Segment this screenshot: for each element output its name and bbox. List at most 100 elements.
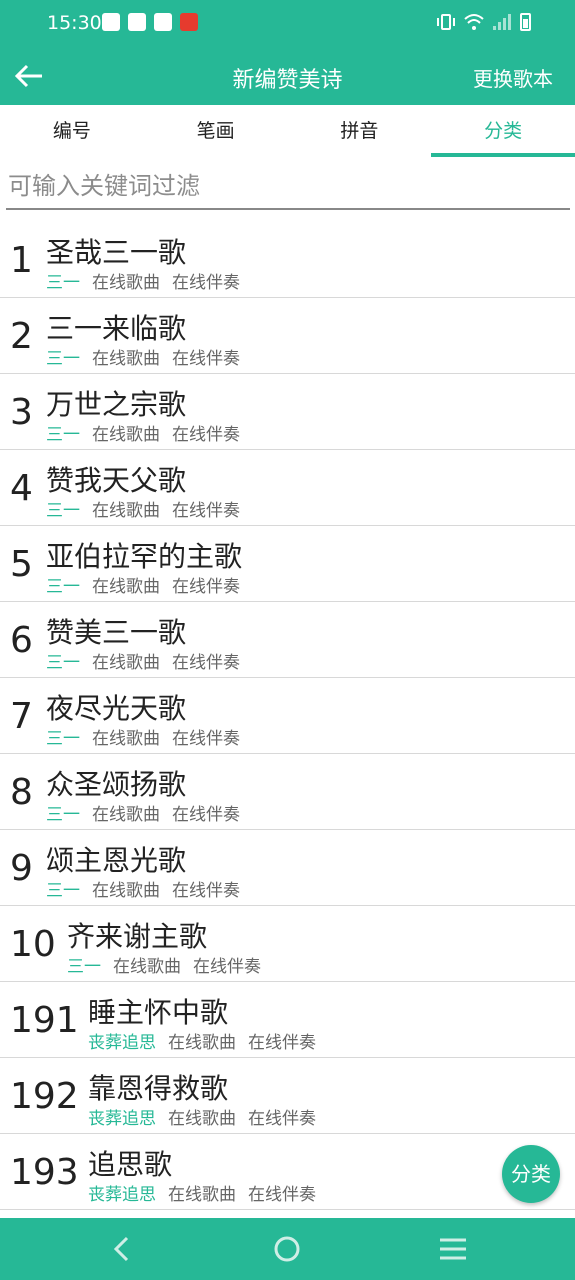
song-category-tag[interactable]: 三一 <box>46 425 80 445</box>
menu-nav-icon[interactable] <box>438 1234 468 1264</box>
compass-icon <box>128 13 146 31</box>
song-title: 追思歌 <box>88 1148 173 1181</box>
song-list-item[interactable]: 5 亚伯拉罕的主歌 三一 在线歌曲 在线伴奏 <box>0 526 575 602</box>
tab-pinyin[interactable]: 拼音 <box>288 105 432 157</box>
song-list-item[interactable]: 6 赞美三一歌三一 在线歌曲 在线伴奏 <box>0 602 575 678</box>
song-category-tag[interactable]: 三一 <box>46 881 80 901</box>
song-number: 10 <box>10 924 56 965</box>
song-list-item[interactable]: 9 颂主恩光歌 三一 在线歌曲 在线伴奏 <box>0 830 575 906</box>
song-meta: 三一 在线歌曲 在线伴奏 <box>46 724 240 749</box>
song-list-item[interactable]: 2 三一来临歌 三一 在线歌曲 在线伴奏 <box>0 298 575 374</box>
online-song-link[interactable]: 在线歌曲 <box>168 1033 236 1053</box>
song-list: 1 圣哉三一歌 三一 在线歌曲 在线伴奏 2 三一来临歌 三一 在线歌曲 在线伴奏 3 万世之宗歌 三一… <box>0 222 575 1210</box>
online-accompaniment-link[interactable]: 在线伴奏 <box>172 273 240 293</box>
tab-category[interactable]: 分类 <box>431 105 575 157</box>
online-song-link[interactable]: 在线歌曲 <box>113 957 181 977</box>
song-meta: 三一 在线歌曲 在线伴奏 <box>46 800 240 825</box>
song-list-item[interactable]: 1 圣哉三一歌三一 在线歌曲 在线伴奏 <box>0 222 575 298</box>
song-list-item[interactable]: 192 靠恩得救歌 丧葬追思 在线歌曲 在线伴奏 <box>0 1058 575 1134</box>
battery-icon <box>520 13 531 31</box>
song-number: 9 <box>10 848 33 889</box>
song-number: 7 <box>10 696 33 737</box>
bag-icon <box>102 13 120 31</box>
online-accompaniment-link[interactable]: 在线伴奏 <box>248 1109 316 1129</box>
song-category-tag[interactable]: 三一 <box>46 577 80 597</box>
online-accompaniment-link[interactable]: 在线伴奏 <box>172 501 240 521</box>
song-list-item[interactable]: 191 睡主怀中歌 丧葬追思 在线歌曲 在线伴奏 <box>0 982 575 1058</box>
song-list-item[interactable]: 10 齐来谢主歌 三一 在线歌曲 在线伴奏 <box>0 906 575 982</box>
online-accompaniment-link[interactable]: 在线伴奏 <box>172 729 240 749</box>
song-title: 颂主恩光歌 <box>46 844 187 877</box>
song-title: 万世之宗歌 <box>46 388 187 421</box>
tab-strokes[interactable]: 笔画 <box>144 105 288 157</box>
back-nav-icon[interactable] <box>107 1234 137 1264</box>
book-icon <box>154 13 172 31</box>
song-list-item[interactable]: 3 万世之宗歌三一 在线歌曲 在线伴奏 <box>0 374 575 450</box>
song-list-item[interactable]: 7 夜尽光天歌 三一 在线歌曲 在线伴奏 <box>0 678 575 754</box>
tab-bar: 编号 笔画 拼音 分类 <box>0 105 575 157</box>
filter-input[interactable] <box>6 168 570 210</box>
song-title: 赞我天父歌 <box>46 464 187 497</box>
song-number: 6 <box>10 620 33 661</box>
song-number: 193 <box>10 1152 79 1193</box>
song-title: 众圣颂扬歌 <box>46 768 187 801</box>
online-accompaniment-link[interactable]: 在线伴奏 <box>172 577 240 597</box>
song-category-tag[interactable]: 三一 <box>46 273 80 293</box>
song-title: 圣哉三一歌 <box>46 236 187 269</box>
vibrate-icon <box>437 14 455 30</box>
song-meta: 丧葬追思 在线歌曲 在线伴奏 <box>88 1028 316 1053</box>
status-time: 15:30 <box>47 12 102 34</box>
song-category-tag[interactable]: 三一 <box>46 805 80 825</box>
song-meta: 丧葬追思 在线歌曲 在线伴奏 <box>88 1180 316 1205</box>
song-category-tag[interactable]: 三一 <box>46 501 80 521</box>
signal-icon <box>493 14 511 30</box>
app-bar: 新编赞美诗 更换歌本 <box>0 48 575 105</box>
online-accompaniment-link[interactable]: 在线伴奏 <box>172 805 240 825</box>
tab-number[interactable]: 编号 <box>0 105 144 157</box>
system-icons <box>436 13 531 31</box>
song-category-tag[interactable]: 丧葬追思 <box>88 1185 156 1205</box>
online-song-link[interactable]: 在线歌曲 <box>92 805 160 825</box>
online-song-link[interactable]: 在线歌曲 <box>92 425 160 445</box>
online-song-link[interactable]: 在线歌曲 <box>92 349 160 369</box>
song-number: 2 <box>10 316 33 357</box>
song-meta: 三一 在线歌曲 在线伴奏 <box>46 496 240 521</box>
song-list-item[interactable]: 8 众圣颂扬歌 三一 在线歌曲 在线伴奏 <box>0 754 575 830</box>
song-number: 3 <box>10 392 33 433</box>
online-song-link[interactable]: 在线歌曲 <box>92 273 160 293</box>
online-accompaniment-link[interactable]: 在线伴奏 <box>172 349 240 369</box>
song-category-tag[interactable]: 三一 <box>46 729 80 749</box>
online-accompaniment-link[interactable]: 在线伴奏 <box>193 957 261 977</box>
online-song-link[interactable]: 在线歌曲 <box>92 653 160 673</box>
song-meta: 三一 在线歌曲 在线伴奏 <box>46 572 240 597</box>
song-category-tag[interactable]: 三一 <box>67 957 101 977</box>
online-song-link[interactable]: 在线歌曲 <box>168 1109 236 1129</box>
song-title: 赞美三一歌 <box>46 616 187 649</box>
status-bar: 15:30 <box>0 0 575 48</box>
navigation-bar <box>0 1218 575 1280</box>
online-song-link[interactable]: 在线歌曲 <box>92 881 160 901</box>
online-song-link[interactable]: 在线歌曲 <box>92 577 160 597</box>
song-number: 8 <box>10 772 33 813</box>
song-list-item[interactable]: 4 赞我天父歌 三一 在线歌曲 在线伴奏 <box>0 450 575 526</box>
online-song-link[interactable]: 在线歌曲 <box>168 1185 236 1205</box>
song-number: 191 <box>10 1000 79 1041</box>
song-category-tag[interactable]: 丧葬追思 <box>88 1033 156 1053</box>
song-meta: 三一 在线歌曲 在线伴奏 <box>46 876 240 901</box>
song-number: 1 <box>10 240 33 281</box>
online-accompaniment-link[interactable]: 在线伴奏 <box>172 881 240 901</box>
category-fab-button[interactable]: 分类 <box>502 1145 560 1203</box>
change-songbook-button[interactable]: 更换歌本 <box>473 63 553 92</box>
online-accompaniment-link[interactable]: 在线伴奏 <box>172 653 240 673</box>
online-accompaniment-link[interactable]: 在线伴奏 <box>172 425 240 445</box>
home-nav-icon[interactable] <box>272 1234 302 1264</box>
song-list-item[interactable]: 193 追思歌 丧葬追思 在线歌曲 在线伴奏 <box>0 1134 575 1210</box>
song-category-tag[interactable]: 三一 <box>46 653 80 673</box>
song-category-tag[interactable]: 三一 <box>46 349 80 369</box>
online-accompaniment-link[interactable]: 在线伴奏 <box>248 1033 316 1053</box>
online-song-link[interactable]: 在线歌曲 <box>92 729 160 749</box>
online-song-link[interactable]: 在线歌曲 <box>92 501 160 521</box>
song-number: 192 <box>10 1076 79 1117</box>
song-category-tag[interactable]: 丧葬追思 <box>88 1109 156 1129</box>
online-accompaniment-link[interactable]: 在线伴奏 <box>248 1185 316 1205</box>
